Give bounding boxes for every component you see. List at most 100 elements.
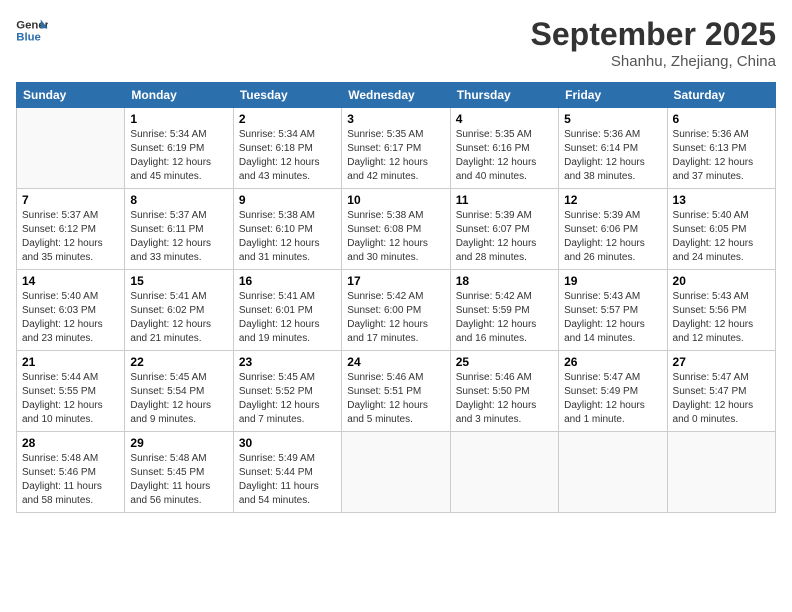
day-info: Sunrise: 5:45 AM Sunset: 5:52 PM Dayligh… <box>239 371 336 427</box>
logo: General Blue <box>16 16 48 44</box>
calendar-cell: 19Sunrise: 5:43 AM Sunset: 5:57 PM Dayli… <box>559 270 667 351</box>
day-number: 4 <box>456 112 553 126</box>
day-info: Sunrise: 5:41 AM Sunset: 6:01 PM Dayligh… <box>239 290 336 346</box>
calendar-cell: 10Sunrise: 5:38 AM Sunset: 6:08 PM Dayli… <box>342 189 450 270</box>
weekday-header-wednesday: Wednesday <box>342 83 450 108</box>
calendar-cell: 20 Sunrise: 5:43 AM Sunset: 5:56 PM Dayli… <box>667 270 775 351</box>
day-number: 3 <box>347 112 444 126</box>
day-number: 23 <box>239 355 336 369</box>
calendar-cell: 18 Sunrise: 5:42 AM Sunset: 5:59 PM Dayli… <box>450 270 558 351</box>
month-title: September 2025 <box>531 16 776 53</box>
day-number: 30 <box>239 436 336 450</box>
day-info: Sunrise: 5:48 AM Sunset: 5:46 PM Dayligh… <box>22 452 119 508</box>
day-number: 21 <box>22 355 119 369</box>
calendar-cell: 13 Sunrise: 5:40 AM Sunset: 6:05 PM Dayli… <box>667 189 775 270</box>
day-number: 14 <box>22 274 119 288</box>
day-info: Sunrise: 5:38 AM Sunset: 6:08 PM Dayligh… <box>347 209 444 265</box>
svg-text:Blue: Blue <box>16 32 41 44</box>
day-number: 6 <box>673 112 770 126</box>
calendar-cell: 17 Sunrise: 5:42 AM Sunset: 6:00 PM Dayli… <box>342 270 450 351</box>
calendar-cell: 2 Sunrise: 5:34 AM Sunset: 6:18 PM Daylig… <box>233 108 341 189</box>
day-number: 13 <box>673 193 770 207</box>
location: Shanhu, Zhejiang, China <box>531 53 776 70</box>
weekday-header-saturday: Saturday <box>667 83 775 108</box>
weekday-header-monday: Monday <box>125 83 233 108</box>
day-info: Sunrise: 5:41 AM Sunset: 6:02 PM Dayligh… <box>130 290 227 346</box>
calendar-cell: 30 Sunrise: 5:49 AM Sunset: 5:44 PM Dayli… <box>233 432 341 513</box>
calendar-week-row: 28 Sunrise: 5:48 AM Sunset: 5:46 PM Dayli… <box>17 432 776 513</box>
day-info: Sunrise: 5:39 AM Sunset: 6:07 PM Dayligh… <box>456 209 553 265</box>
day-number: 20 <box>673 274 770 288</box>
calendar-cell: 28 Sunrise: 5:48 AM Sunset: 5:46 PM Dayli… <box>17 432 125 513</box>
day-number: 17 <box>347 274 444 288</box>
calendar-cell: 25Sunrise: 5:46 AM Sunset: 5:50 PM Dayli… <box>450 351 558 432</box>
day-number: 28 <box>22 436 119 450</box>
calendar-cell: 21 Sunrise: 5:44 AM Sunset: 5:55 PM Dayli… <box>17 351 125 432</box>
day-info: Sunrise: 5:37 AM Sunset: 6:11 PM Dayligh… <box>130 209 227 265</box>
calendar-cell <box>450 432 558 513</box>
title-area: September 2025 Shanhu, Zhejiang, China <box>531 16 776 70</box>
calendar-cell: 7Sunrise: 5:37 AM Sunset: 6:12 PM Daylig… <box>17 189 125 270</box>
calendar-cell: 11 Sunrise: 5:39 AM Sunset: 6:07 PM Dayli… <box>450 189 558 270</box>
day-number: 25 <box>456 355 553 369</box>
calendar-cell: 3 Sunrise: 5:35 AM Sunset: 6:17 PM Daylig… <box>342 108 450 189</box>
day-number: 9 <box>239 193 336 207</box>
calendar-cell: 26Sunrise: 5:47 AM Sunset: 5:49 PM Dayli… <box>559 351 667 432</box>
day-info: Sunrise: 5:40 AM Sunset: 6:03 PM Dayligh… <box>22 290 119 346</box>
day-number: 16 <box>239 274 336 288</box>
calendar-week-row: 21 Sunrise: 5:44 AM Sunset: 5:55 PM Dayli… <box>17 351 776 432</box>
day-info: Sunrise: 5:47 AM Sunset: 5:47 PM Dayligh… <box>673 371 770 427</box>
day-number: 24 <box>347 355 444 369</box>
calendar-cell: 6 Sunrise: 5:36 AM Sunset: 6:13 PM Daylig… <box>667 108 775 189</box>
day-info: Sunrise: 5:49 AM Sunset: 5:44 PM Dayligh… <box>239 452 336 508</box>
calendar-cell: 9 Sunrise: 5:38 AM Sunset: 6:10 PM Daylig… <box>233 189 341 270</box>
day-info: Sunrise: 5:47 AM Sunset: 5:49 PM Dayligh… <box>564 371 661 427</box>
day-info: Sunrise: 5:42 AM Sunset: 5:59 PM Dayligh… <box>456 290 553 346</box>
day-number: 18 <box>456 274 553 288</box>
calendar-cell <box>342 432 450 513</box>
day-info: Sunrise: 5:45 AM Sunset: 5:54 PM Dayligh… <box>130 371 227 427</box>
day-info: Sunrise: 5:35 AM Sunset: 6:16 PM Dayligh… <box>456 128 553 184</box>
weekday-header-thursday: Thursday <box>450 83 558 108</box>
day-info: Sunrise: 5:38 AM Sunset: 6:10 PM Dayligh… <box>239 209 336 265</box>
day-info: Sunrise: 5:35 AM Sunset: 6:17 PM Dayligh… <box>347 128 444 184</box>
day-number: 12 <box>564 193 661 207</box>
weekday-header-row: SundayMondayTuesdayWednesdayThursdayFrid… <box>17 83 776 108</box>
day-info: Sunrise: 5:46 AM Sunset: 5:51 PM Dayligh… <box>347 371 444 427</box>
day-info: Sunrise: 5:43 AM Sunset: 5:56 PM Dayligh… <box>673 290 770 346</box>
day-info: Sunrise: 5:48 AM Sunset: 5:45 PM Dayligh… <box>130 452 227 508</box>
calendar-cell: 14 Sunrise: 5:40 AM Sunset: 6:03 PM Dayli… <box>17 270 125 351</box>
calendar-cell: 22Sunrise: 5:45 AM Sunset: 5:54 PM Dayli… <box>125 351 233 432</box>
calendar-cell: 8 Sunrise: 5:37 AM Sunset: 6:11 PM Daylig… <box>125 189 233 270</box>
day-number: 2 <box>239 112 336 126</box>
day-info: Sunrise: 5:44 AM Sunset: 5:55 PM Dayligh… <box>22 371 119 427</box>
day-number: 11 <box>456 193 553 207</box>
calendar-cell: 24 Sunrise: 5:46 AM Sunset: 5:51 PM Dayli… <box>342 351 450 432</box>
calendar-cell <box>559 432 667 513</box>
day-number: 7 <box>22 193 119 207</box>
weekday-header-sunday: Sunday <box>17 83 125 108</box>
calendar-cell: 12Sunrise: 5:39 AM Sunset: 6:06 PM Dayli… <box>559 189 667 270</box>
day-info: Sunrise: 5:42 AM Sunset: 6:00 PM Dayligh… <box>347 290 444 346</box>
day-number: 1 <box>130 112 227 126</box>
weekday-header-friday: Friday <box>559 83 667 108</box>
day-info: Sunrise: 5:40 AM Sunset: 6:05 PM Dayligh… <box>673 209 770 265</box>
day-info: Sunrise: 5:36 AM Sunset: 6:14 PM Dayligh… <box>564 128 661 184</box>
calendar-cell: 4 Sunrise: 5:35 AM Sunset: 6:16 PM Daylig… <box>450 108 558 189</box>
logo-icon: General Blue <box>16 16 48 44</box>
calendar-week-row: 7Sunrise: 5:37 AM Sunset: 6:12 PM Daylig… <box>17 189 776 270</box>
calendar-week-row: 1 Sunrise: 5:34 AM Sunset: 6:19 PM Daylig… <box>17 108 776 189</box>
calendar-cell: 27 Sunrise: 5:47 AM Sunset: 5:47 PM Dayli… <box>667 351 775 432</box>
day-info: Sunrise: 5:34 AM Sunset: 6:18 PM Dayligh… <box>239 128 336 184</box>
calendar-cell <box>667 432 775 513</box>
weekday-header-tuesday: Tuesday <box>233 83 341 108</box>
day-number: 8 <box>130 193 227 207</box>
day-info: Sunrise: 5:34 AM Sunset: 6:19 PM Dayligh… <box>130 128 227 184</box>
day-number: 27 <box>673 355 770 369</box>
calendar-cell <box>17 108 125 189</box>
calendar-table: SundayMondayTuesdayWednesdayThursdayFrid… <box>16 82 776 513</box>
day-info: Sunrise: 5:36 AM Sunset: 6:13 PM Dayligh… <box>673 128 770 184</box>
day-number: 15 <box>130 274 227 288</box>
day-number: 29 <box>130 436 227 450</box>
calendar-week-row: 14 Sunrise: 5:40 AM Sunset: 6:03 PM Dayli… <box>17 270 776 351</box>
